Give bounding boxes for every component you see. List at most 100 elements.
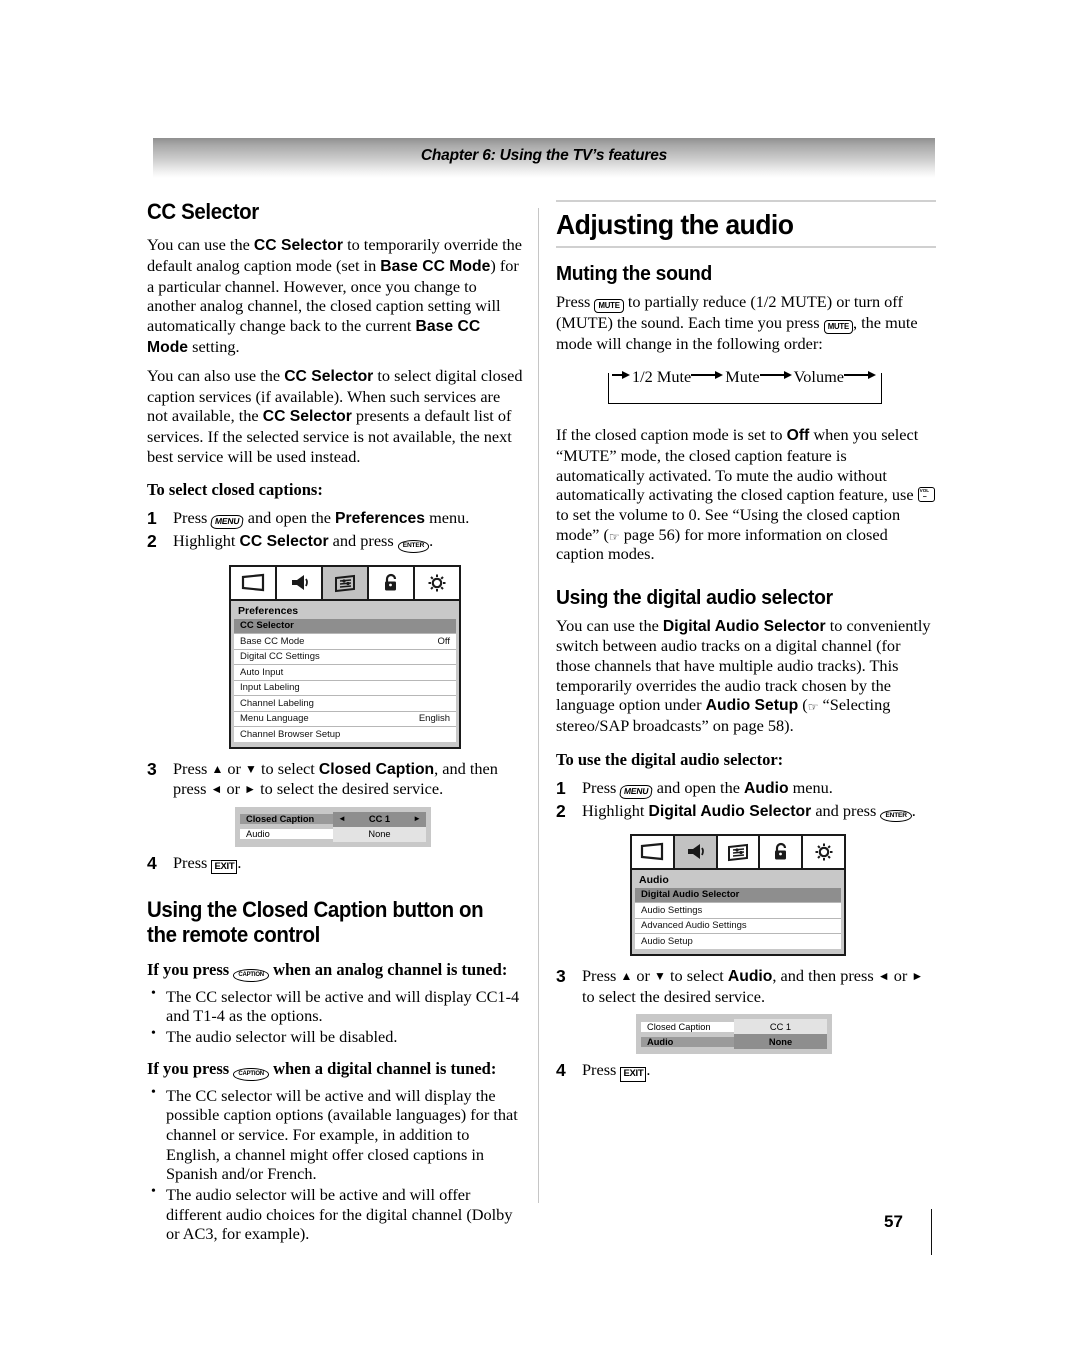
select-closed-captions-lead: To select closed captions: [147,480,323,500]
cc-panel-row-closed-caption[interactable]: Closed Caption ◄ CC 1 ► [240,811,426,827]
text-run: . [646,1060,651,1080]
osd-menu-row[interactable]: Digital CC Settings [234,649,456,666]
arrow-up-icon: ▲ [211,761,224,776]
cc-panel-label: Closed Caption [240,814,333,825]
osd-menu-row[interactable]: Input Labeling [234,680,456,697]
arrow-right-icon[interactable]: ► [413,815,421,823]
picture-screen-icon[interactable] [632,835,675,868]
setup-sun-icon[interactable] [803,835,844,868]
step-text: Press ▲ or ▼ to select Audio, and then p… [582,966,936,1006]
exit-button-icon: EXIT [620,1067,647,1082]
text-run: Press [173,508,212,528]
osd-row-label: Base CC Mode [240,635,305,647]
cc-panel-value: None [768,1036,793,1047]
caption-button-icon: CAPTION [233,1068,269,1081]
text-run: You can also use the [147,365,285,385]
lock-icon[interactable] [369,566,415,599]
step-item: 4 Press EXIT. [556,1060,936,1082]
osd-menu-row[interactable]: Audio Settings [635,903,841,919]
heading-line: Using the Closed Caption button on [147,897,484,923]
bold-term: Preferences [335,510,426,528]
arrow-right-icon: ► [244,782,257,797]
arrow-up-icon: ▲ [620,968,633,983]
bold-term: CC Selector [262,408,352,426]
text-run: You can use the [556,615,663,635]
digital-audio-paragraph: You can use the Digital Audio Selector t… [556,616,936,736]
pointing-hand-icon: ☞ [608,529,620,544]
cc-audio-panel: Closed Caption ◄ CC 1 ► Audio None [235,806,431,847]
bold-term: Off [786,427,810,445]
cc-steps-1-2: 1 Press MENU and open the Preferences me… [147,508,525,553]
osd-menu-row[interactable]: Digital Audio Selector [635,887,841,904]
osd-menu-row[interactable]: Audio Setup [635,934,841,949]
text-run: Press [582,777,621,797]
caption-button-icon: CAPTION [233,969,269,982]
picture-screen-icon[interactable] [231,566,277,599]
osd-row-value: English [418,713,450,725]
osd-menu-row[interactable]: Menu Language English [234,711,456,728]
osd-body: Audio Digital Audio Selector Audio Setti… [632,869,844,954]
list-item: The CC selector will be active and will … [147,986,525,1026]
osd-row-label: Advanced Audio Settings [641,920,747,932]
audio-steps-3: 3 Press ▲ or ▼ to select Audio, and then… [556,966,936,1006]
cc-panel-value-wrap[interactable]: None [734,1034,827,1050]
speaker-audio-icon[interactable] [674,835,718,868]
cc-panel-row-audio[interactable]: Audio None [641,1034,827,1050]
rule-top [556,200,936,202]
osd-row-label: Auto Input [240,666,284,678]
adjusting-audio-heading: Adjusting the audio [556,209,794,240]
lock-icon[interactable] [760,835,804,868]
preferences-sliders-icon[interactable] [717,835,761,868]
step-item: 3 Press ▲ or ▼ to select Closed Caption,… [147,759,525,799]
setup-sun-icon[interactable] [415,566,459,599]
remote-cc-button-heading: Using the Closed Caption button on the re… [147,898,499,947]
text-run: Highlight [173,531,240,551]
step-number: 1 [147,508,157,529]
arrow-down-icon: ▼ [245,761,257,776]
osd-menu-row[interactable]: Auto Input [234,665,456,681]
enter-button-icon: ENTER [397,540,430,553]
step-item: 4 Press EXIT. [147,852,525,875]
arrow-left-icon[interactable]: ◄ [338,815,346,823]
audio-selector-panel-figure: Closed Caption CC 1 Audio None [556,1014,936,1055]
audio-osd: Audio Digital Audio Selector Audio Setti… [630,833,846,956]
step-item: 2 Highlight CC Selector and press ENTER. [147,531,525,553]
cc-panel-row-audio[interactable]: Audio None [240,826,426,842]
step-text: Highlight CC Selector and press ENTER. [173,531,525,553]
text-run: and open the [243,508,336,528]
text-run: If you press [147,1058,234,1078]
bold-term: CC Selector [253,236,343,254]
text-run: Press [173,852,212,872]
bold-term: Audio [727,967,773,985]
chapter-title: Chapter 6: Using the TV’s features [420,147,668,164]
cc-panel-value-wrap[interactable]: CC 1 [734,1019,827,1035]
speaker-audio-icon[interactable] [277,566,323,599]
osd-menu-row[interactable]: Channel Labeling [234,696,456,712]
osd-row-label: Channel Browser Setup [240,728,341,740]
adjusting-audio-heading-block: Adjusting the audio [556,200,936,249]
osd-menu-row[interactable]: Base CC Mode Off [234,634,456,650]
menu-button-icon: MENU [619,784,654,799]
step-number: 3 [556,965,566,986]
cc-panel-value-wrap[interactable]: None [333,826,426,842]
text-run: to select [665,965,728,985]
osd-menu-row[interactable]: Advanced Audio Settings [635,918,841,935]
text-run: . [237,852,242,872]
cc-panel-value-wrap[interactable]: ◄ CC 1 ► [333,811,426,827]
sliders-glyph [727,843,748,862]
cc-steps-3: 3 Press ▲ or ▼ to select Closed Caption,… [147,759,525,799]
osd-menu-row[interactable]: Channel Browser Setup [234,727,456,742]
analog-bullet-list: The CC selector will be active and will … [147,986,525,1047]
rule-bottom [556,246,936,249]
manual-page: Chapter 6: Using the TV’s features CC Se… [0,0,1080,1349]
text-run: Press [582,965,621,985]
text-run: or [223,758,246,778]
text-run: Press [173,758,212,778]
osd-row-label: Input Labeling [240,682,300,694]
muting-the-sound-heading: Muting the sound [556,262,713,286]
preferences-sliders-icon[interactable] [323,566,369,599]
cc-panel-row-closed-caption[interactable]: Closed Caption CC 1 [641,1019,827,1035]
volume-button-icon [917,487,935,503]
step-number: 2 [147,531,157,552]
osd-menu-row[interactable]: CC Selector [234,618,456,635]
